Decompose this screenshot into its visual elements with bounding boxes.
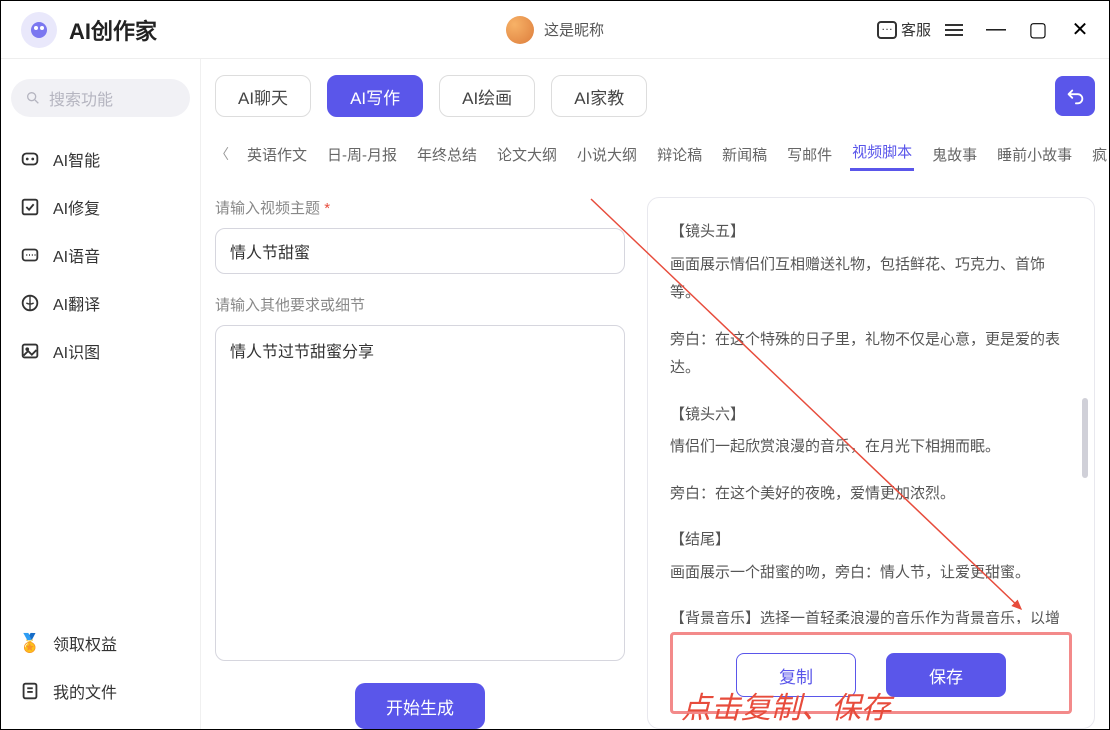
- chat-icon: [877, 21, 897, 39]
- voice-icon: [19, 244, 41, 266]
- window-close-button[interactable]: ✕: [1071, 21, 1089, 39]
- input-form: 请输入视频主题 * 请输入其他要求或细节 开始生成: [215, 197, 625, 729]
- sidebar-item-label: AI修复: [53, 195, 100, 219]
- subtab-news[interactable]: 新闻稿: [720, 140, 769, 169]
- sidebar-item-label: AI语音: [53, 243, 100, 267]
- subtab-yearend[interactable]: 年终总结: [415, 140, 479, 169]
- sidebar-item-label: 我的文件: [53, 679, 117, 703]
- medal-icon: 🏅: [19, 632, 41, 654]
- window-minimize-button[interactable]: —: [987, 21, 1005, 39]
- kefu-label: 客服: [901, 19, 931, 40]
- undo-button[interactable]: [1055, 76, 1095, 116]
- output-actions-highlight: 复制 保存: [670, 632, 1072, 714]
- sub-tabs: 〈 英语作文 日-周-月报 年终总结 论文大纲 小说大纲 辩论稿 新闻稿 写邮件…: [215, 137, 1095, 171]
- sidebar-item-ai-image[interactable]: AI识图: [11, 327, 190, 375]
- translate-icon: [19, 292, 41, 314]
- chevron-left-icon[interactable]: 〈: [215, 144, 229, 164]
- generate-button[interactable]: 开始生成: [355, 683, 485, 729]
- subtab-thesis[interactable]: 论文大纲: [495, 140, 559, 169]
- hamburger-menu-icon[interactable]: [945, 24, 963, 36]
- topic-input[interactable]: [215, 228, 625, 274]
- titlebar: AI创作家 这是昵称 客服 — ▢ ✕: [1, 1, 1109, 59]
- file-icon: [19, 680, 41, 702]
- tab-ai-chat[interactable]: AI聊天: [215, 75, 311, 117]
- undo-icon: [1064, 85, 1086, 107]
- nickname-label: 这是昵称: [544, 19, 604, 40]
- top-tabs: AI聊天 AI写作 AI绘画 AI家教: [215, 75, 1095, 117]
- sidebar-item-label: AI翻译: [53, 291, 100, 315]
- brain-icon: [19, 148, 41, 170]
- tab-ai-draw[interactable]: AI绘画: [439, 75, 535, 117]
- scrollbar-thumb[interactable]: [1082, 398, 1088, 478]
- sidebar-item-ai-translate[interactable]: AI翻译: [11, 279, 190, 327]
- search-icon: [25, 90, 41, 106]
- customer-service-button[interactable]: 客服: [877, 19, 931, 40]
- copy-button[interactable]: 复制: [736, 653, 856, 697]
- main-content: AI聊天 AI写作 AI绘画 AI家教 〈 英语作文 日-周-月报 年终总结 论…: [201, 59, 1109, 729]
- app-title: AI创作家: [69, 14, 157, 46]
- detail-textarea[interactable]: [215, 325, 625, 661]
- sidebar-item-ai-intelligent[interactable]: AI智能: [11, 135, 190, 183]
- sidebar-item-my-files[interactable]: 我的文件: [11, 667, 191, 715]
- repair-icon: [19, 196, 41, 218]
- sidebar-item-label: AI智能: [53, 147, 100, 171]
- subtab-novel[interactable]: 小说大纲: [575, 140, 639, 169]
- output-panel: 【镜头五】画面展示情侣们互相赠送礼物，包括鲜花、巧克力、首饰等。旁白：在这个特殊…: [647, 197, 1095, 729]
- subtab-debate[interactable]: 辩论稿: [655, 140, 704, 169]
- subtab-english[interactable]: 英语作文: [245, 140, 309, 169]
- subtab-email[interactable]: 写邮件: [785, 140, 834, 169]
- sidebar: 搜索功能 AI智能 AI修复 AI语音 AI翻译 AI识图: [1, 59, 201, 729]
- tab-ai-write[interactable]: AI写作: [327, 75, 423, 117]
- tab-ai-tutor[interactable]: AI家教: [551, 75, 647, 117]
- subtab-video-script[interactable]: 视频脚本: [850, 137, 914, 171]
- subtab-bedtime[interactable]: 睡前小故事: [995, 140, 1074, 169]
- sidebar-item-label: AI识图: [53, 339, 100, 363]
- subtab-report[interactable]: 日-周-月报: [325, 140, 399, 169]
- search-placeholder: 搜索功能: [49, 86, 113, 110]
- subtab-crazy[interactable]: 疯: [1090, 140, 1109, 169]
- sidebar-item-label: 领取权益: [53, 631, 117, 655]
- app-logo: [21, 12, 57, 48]
- sidebar-item-benefits[interactable]: 🏅 领取权益: [11, 619, 191, 667]
- save-button[interactable]: 保存: [886, 653, 1006, 697]
- subtab-ghost[interactable]: 鬼故事: [930, 140, 979, 169]
- detail-label: 请输入其他要求或细节: [215, 294, 625, 315]
- image-icon: [19, 340, 41, 362]
- window-maximize-button[interactable]: ▢: [1029, 21, 1047, 39]
- avatar[interactable]: [506, 16, 534, 44]
- output-text: 【镜头五】画面展示情侣们互相赠送礼物，包括鲜花、巧克力、首饰等。旁白：在这个特殊…: [670, 218, 1072, 624]
- topic-label: 请输入视频主题 *: [215, 197, 625, 218]
- sidebar-item-ai-repair[interactable]: AI修复: [11, 183, 190, 231]
- search-input[interactable]: 搜索功能: [11, 79, 190, 117]
- sidebar-item-ai-voice[interactable]: AI语音: [11, 231, 190, 279]
